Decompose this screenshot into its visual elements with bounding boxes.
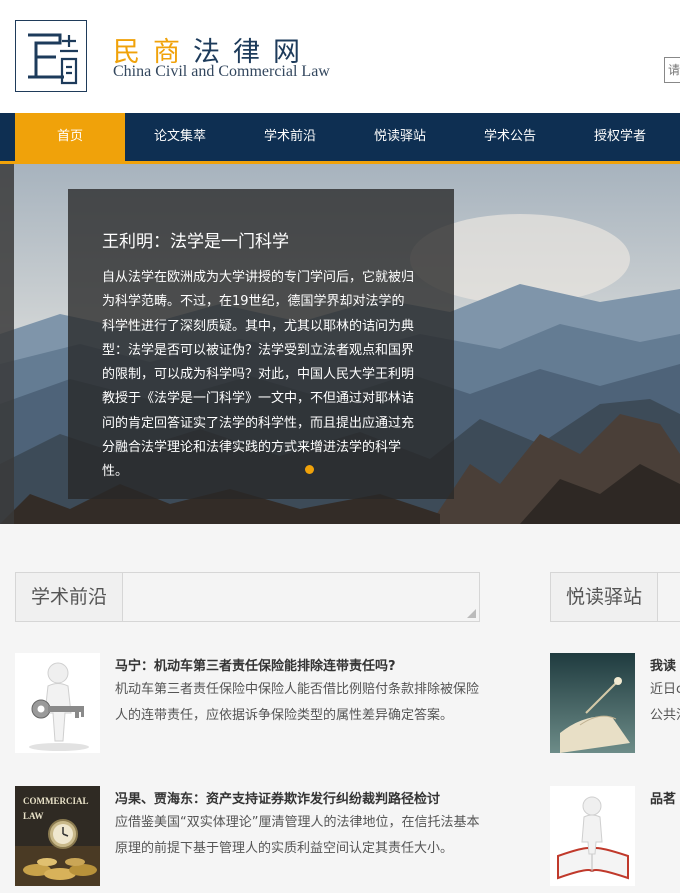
person-book-icon[interactable]: [550, 786, 635, 886]
brand-name-en: China Civil and Commercial Law: [113, 63, 330, 80]
logo-mark-icon: [16, 21, 86, 91]
article-title[interactable]: 马宁：机动车第三者责任保险能排除连带责任吗?: [115, 655, 396, 674]
hero-caption-panel[interactable]: 王利明：法学是一门科学 自从法学在欧洲成为大学讲授的专门学问后，它就被归为科学范…: [68, 189, 454, 499]
nav-item-papers[interactable]: 论文集萃: [125, 113, 235, 161]
nav-item-scholars[interactable]: 授权学者: [565, 113, 675, 161]
nav-item-announcements[interactable]: 学术公告: [455, 113, 565, 161]
article-summary: 近日c公共法: [650, 682, 680, 723]
hero-banner[interactable]: 王利明：法学是一门科学 自从法学在欧洲成为大学讲授的专门学问后，它就被归为科学范…: [0, 164, 680, 524]
article-title[interactable]: 我读: [650, 655, 676, 674]
slide-indicator-dot[interactable]: [305, 465, 314, 474]
book-icon[interactable]: [550, 653, 635, 753]
nav-item-home[interactable]: 首页: [15, 113, 125, 161]
corner-triangle-icon: [467, 609, 476, 618]
section-header-reading: 悦读驿站: [550, 572, 680, 622]
thumb-text-commercial: COMMERCIAL: [23, 796, 89, 806]
list-item[interactable]: 我读 近日c公共法: [550, 653, 680, 753]
main-nav: 首页 论文集萃 学术前沿 悦读驿站 学术公告 授权学者: [0, 113, 680, 164]
article-summary: 机动车第三者责任保险中保险人能否借比例赔付条款排除被保险人的连带责任，应依据诉争…: [115, 682, 480, 723]
section-title-reading[interactable]: 悦读驿站: [551, 573, 659, 621]
site-header: 民商法律网 China Civil and Commercial Law: [0, 0, 680, 113]
article-title[interactable]: 冯果、贾海东：资产支持证券欺诈发行纠纷裁判路径检讨: [115, 788, 440, 807]
person-key-icon[interactable]: [15, 653, 100, 753]
site-logo[interactable]: [15, 20, 87, 92]
nav-item-frontier[interactable]: 学术前沿: [235, 113, 345, 161]
article-summary: 应借鉴美国“双实体理论”厘清管理人的法律地位，在信托法基本原理的前提下基于管理人…: [115, 815, 480, 856]
article-title[interactable]: 品茗: [650, 788, 676, 807]
hero-title[interactable]: 王利明：法学是一门科学: [102, 227, 289, 252]
list-item[interactable]: 马宁：机动车第三者责任保险能排除连带责任吗? 机动车第三者责任保险中保险人能否借…: [15, 653, 480, 753]
hero-side-bar: [0, 164, 14, 524]
nav-item-reading[interactable]: 悦读驿站: [345, 113, 455, 161]
hero-summary: 自从法学在欧洲成为大学讲授的专门学问后，它就被归为科学范畴。不过，在19世纪，德…: [102, 270, 415, 480]
thumb-text-law: LAW: [23, 811, 44, 821]
search-input[interactable]: [664, 57, 680, 83]
section-header-frontier: 学术前沿: [15, 572, 480, 622]
list-item[interactable]: 品茗: [550, 786, 680, 886]
list-item[interactable]: COMMERCIAL LAW 冯果、贾海东：资产支持证券欺诈发行纠纷裁判路径检讨…: [15, 786, 480, 886]
section-title-frontier[interactable]: 学术前沿: [16, 573, 124, 621]
commercial-law-icon[interactable]: COMMERCIAL LAW: [15, 786, 100, 886]
